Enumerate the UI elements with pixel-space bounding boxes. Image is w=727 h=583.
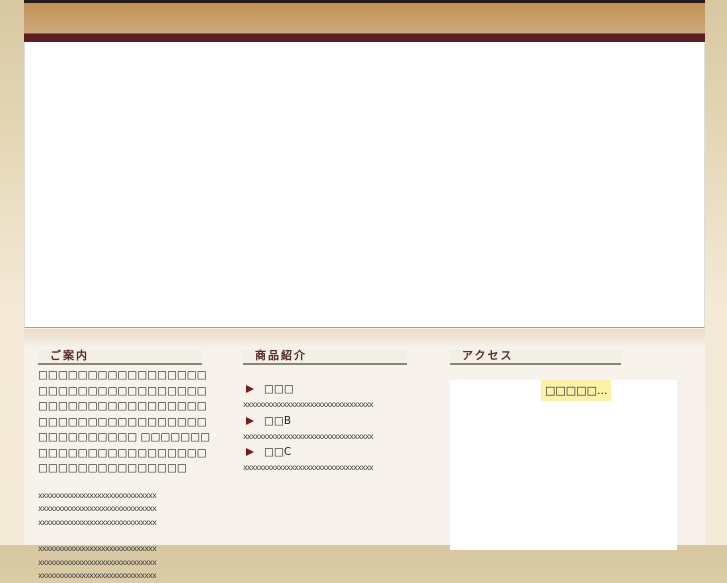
product-label: □□□ [264,383,294,395]
product-link[interactable]: □□C [243,443,407,461]
guide-text: □□□□□□□□□□□□□□□□□□□□□□□□□□□□□□□□□□ □□□□□… [38,369,210,474]
guide-line: xxxxxxxxxxxxxxxxxxxxxxxxxxxxxx [38,490,157,500]
products-heading: 商品紹介 [243,349,407,365]
product-desc: xxxxxxxxxxxxxxxxxxxxxxxxxxxxxxxxx [243,431,374,441]
header [24,3,705,33]
guide-line: xxxxxxxxxxxxxxxxxxxxxxxxxxxxxx [38,571,157,580]
access-section: アクセス [450,349,621,365]
hero-area [24,42,705,328]
guide-heading: ご案内 [38,349,202,365]
products-section: 商品紹介 □□□ xxxxxxxxxxxxxxxxxxxxxxxxxxxxxxx… [243,349,407,475]
page-container: ご案内 □□□□□□□□□□□□□□□□□□□□□□□□□□□□□□□□□□ □… [24,0,705,580]
guide-line: xxxxxxxxxxxxxxxxxxxxxxxxxxxxxx [38,504,157,513]
access-heading: アクセス [450,349,621,365]
content-area: ご案内 □□□□□□□□□□□□□□□□□□□□□□□□□□□□□□□□□□ □… [24,329,705,580]
guide-line: xxxxxxxxxxxxxxxxxxxxxxxxxxxxxx [38,544,157,553]
arrow-right-icon [246,448,254,456]
header-nav-bar [24,33,705,42]
product-label: □□C [264,446,292,458]
guide-line: xxxxxxxxxxxxxxxxxxxxxxxxxxxxxx [38,557,157,567]
guide-line: xxxxxxxxxxxxxxxxxxxxxxxxxxxxxx [38,517,157,527]
product-link[interactable]: □□□ [243,380,407,398]
product-desc: xxxxxxxxxxxxxxxxxxxxxxxxxxxxxxxxx [243,400,374,409]
product-desc: xxxxxxxxxxxxxxxxxxxxxxxxxxxxxxxxx [243,463,374,472]
arrow-right-icon [246,385,254,393]
map-loading-badge: □□□□□... [541,380,612,401]
product-link[interactable]: □□B [243,412,407,430]
map-embed[interactable]: □□□□□... [450,380,677,550]
guide-section: ご案内 □□□□□□□□□□□□□□□□□□□□□□□□□□□□□□□□□□ □… [38,349,210,583]
product-label: □□B [264,414,292,427]
arrow-right-icon [246,416,254,425]
